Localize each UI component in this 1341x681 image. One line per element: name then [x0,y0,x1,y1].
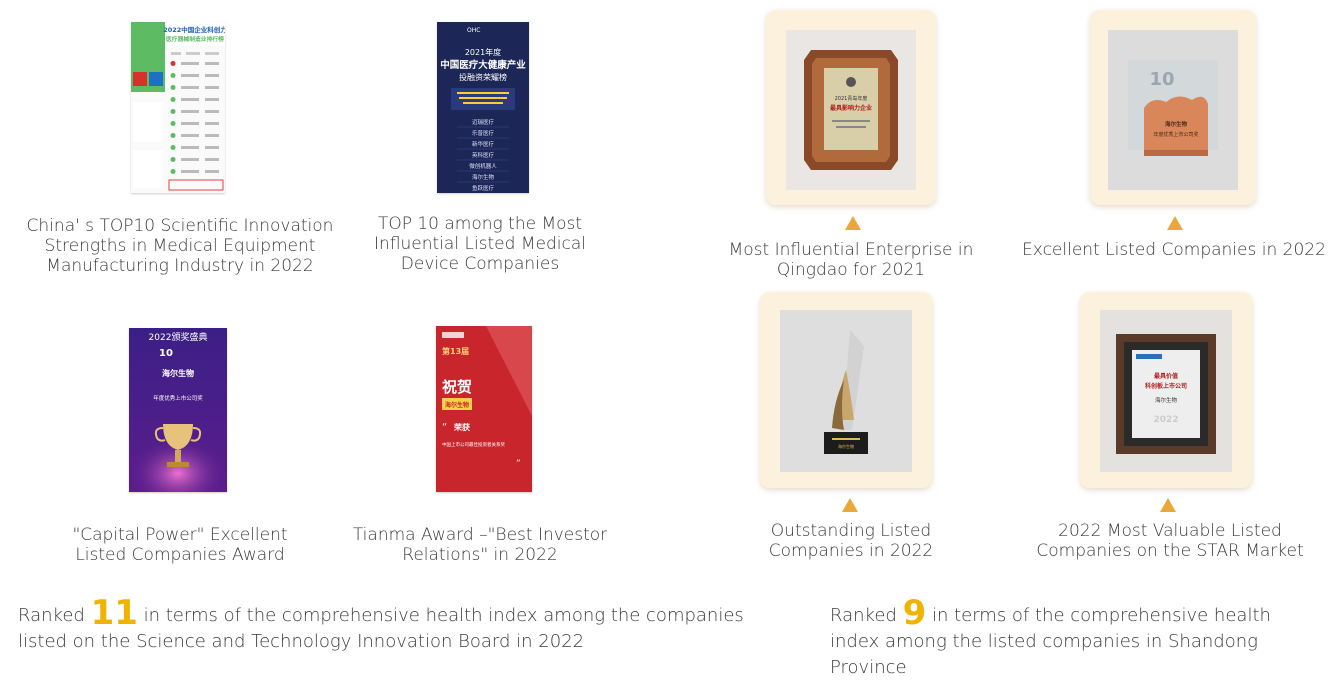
poster-list-item: 新华医疗 [472,140,495,148]
rank-dot-icon [170,61,176,66]
poster-list-item: 英科医疗 [472,151,495,159]
poster-award: 中国上市公司最佳投资者关系奖 [442,441,505,448]
plaque-line: 海尔生物 [838,443,854,449]
svg-text:10: 10 [159,348,173,359]
rank-dot-icon [170,121,176,126]
caption-tech-innovation: China' s TOP10 Scientific Innovation Str… [26,216,334,276]
award-poster-influential-listed: OHC 2021年度 中国医疗大健康产业 投融资荣耀榜 迈瑞医疗 乐普医疗 新华… [437,22,529,193]
plaque-line: 最具影响力企业 [830,104,872,112]
poster-heading: 2022颁奖盛典 [149,331,208,343]
rank-dot-icon [170,97,176,102]
caption-qingdao: Most Influential Enterprise in Qingdao f… [728,240,974,280]
rank-dot-icon [170,169,176,174]
poster-congrats: 祝贺 [442,378,472,396]
plaque-line: 科创板上市公司 [1145,382,1187,390]
svg-text:“: “ [442,422,447,433]
plaque-line: 最具价值 [1154,372,1178,380]
rank-dot-icon [170,73,176,78]
photo-frame-excellent: 10 海尔生物 年度优秀上市公司奖 [1090,10,1256,205]
photo-frame-star-market: 最具价值 科创板上市公司 海尔生物 2022 [1080,292,1252,488]
poster-company: 海尔生物 [162,368,194,378]
poster-heading: 2021年度 [465,47,501,57]
triangle-marker-icon [1160,498,1176,512]
caption-excellent: Excellent Listed Companies in 2022 [1022,240,1326,260]
plaque-line: 年度优秀上市公司奖 [1153,131,1198,138]
award-poster-tech-innovation: 2022中国企业科创力 医疗器械制造业排行榜 [131,22,225,193]
rank-dot-icon [170,157,176,162]
rank-number: 11 [90,593,138,633]
caption-influential-listed: TOP 10 among the Most Influential Listed… [374,214,586,274]
poster-brand: OHC [467,27,480,34]
rank-dot-icon [170,133,176,138]
plaque-line: 2021青岛年度 [835,95,868,102]
poster-list-item: 鱼跃医疗 [472,184,495,192]
poster-list-item: 微创机器人 [469,162,497,170]
caption-outstanding: Outstanding Listed Companies in 2022 [768,521,934,561]
poster-heading: 2022中国企业科创力 [163,25,225,34]
award-poster-tianma: 第13届 祝贺 海尔生物 “ 荣获 中国上市公司最佳投资者关系奖 ” [436,326,532,492]
svg-text:第13届: 第13届 [442,346,469,356]
caption-tianma: Tianma Award –"Best Investor Relations" … [352,525,608,565]
triangle-marker-icon [845,216,861,230]
plaque-line: 海尔生物 [1155,396,1178,404]
ranking-star-market: Ranked 11 in terms of the comprehensive … [18,593,744,652]
rank-number: 9 [902,593,927,633]
photo-frame-outstanding: 海尔生物 [760,292,932,488]
poster-award: 年度优秀上市公司奖 [153,394,203,402]
award-poster-capital-power: 2022颁奖盛典 10 海尔生物 年度优秀上市公司奖 [129,328,227,492]
photo-frame-qingdao: 2021青岛年度 最具影响力企业 [766,10,936,205]
plaque-line: 2022 [1153,415,1178,425]
poster-won: 荣获 [453,422,470,432]
caption-star-market: 2022 Most Valuable Listed Companies on t… [1036,521,1304,561]
plaque-line: 海尔生物 [1165,120,1188,128]
triangle-marker-icon [842,498,858,512]
poster-list-item: 迈瑞医疗 [472,118,495,126]
poster-subheading: 医疗器械制造业排行榜 [166,35,224,43]
plaque-line: 10 [1149,69,1174,90]
rank-dot-icon [170,109,176,114]
poster-list-item: 海尔生物 [472,173,495,181]
poster-company: 海尔生物 [445,401,469,409]
caption-capital-power: "Capital Power" Excellent Listed Compani… [72,525,288,565]
poster-subtitle: 投融资荣耀榜 [459,72,507,82]
poster-list-item: 乐普医疗 [472,129,495,137]
triangle-marker-icon [1167,216,1183,230]
poster-title: 中国医疗大健康产业 [440,59,526,71]
rank-dot-icon [170,85,176,90]
ranking-shandong: Ranked 9 in terms of the comprehensive h… [830,593,1271,678]
rank-dot-icon [170,145,176,150]
svg-text:”: ” [516,459,521,469]
